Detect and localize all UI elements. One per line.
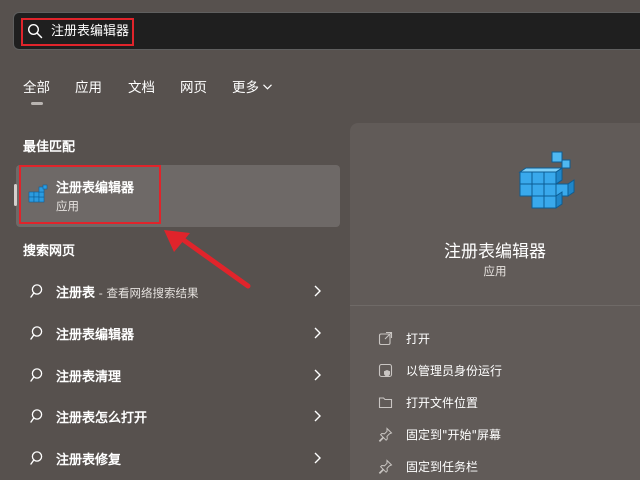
best-match-highlight-box [19, 165, 161, 224]
action-label: 固定到任务栏 [406, 460, 479, 474]
chevron-down-icon [263, 84, 272, 90]
search-icon [30, 326, 43, 340]
web-search-label: 注册表 [56, 286, 96, 301]
search-highlight-box [21, 18, 134, 46]
tab-more-label: 更多 [232, 80, 259, 96]
web-search-label: 注册表清理 [56, 370, 122, 385]
pin-icon [378, 459, 393, 474]
pin-icon [378, 427, 393, 442]
action-pin-to-start[interactable]: 固定到"开始"屏幕 [370, 423, 640, 447]
web-search-heading: 搜索网页 [23, 244, 76, 259]
search-icon [30, 284, 43, 298]
action-label: 以管理员身份运行 [406, 364, 503, 378]
chevron-right-icon [314, 285, 321, 297]
web-search-item[interactable]: 注册表修复 [16, 438, 340, 478]
web-search-item[interactable]: 注册表怎么打开 [16, 396, 340, 436]
action-open[interactable]: 打开 [370, 327, 640, 351]
tab-apps[interactable]: 应用 [75, 79, 102, 97]
action-label: 打开文件位置 [406, 396, 479, 410]
chevron-right-icon [314, 369, 321, 381]
detail-subtitle: 应用 [483, 264, 507, 278]
web-search-item[interactable]: 注册表 - 查看网络搜索结果 [16, 271, 340, 311]
web-search-label: 注册表怎么打开 [56, 411, 148, 426]
web-search-label: 注册表修复 [56, 453, 122, 468]
web-search-item[interactable]: 注册表清理 [16, 355, 340, 395]
tab-documents[interactable]: 文档 [128, 79, 155, 97]
chevron-right-icon [314, 410, 321, 422]
tab-all[interactable]: 全部 [23, 79, 50, 97]
chevron-right-icon [314, 327, 321, 339]
action-pin-to-taskbar[interactable]: 固定到任务栏 [370, 455, 640, 479]
action-run-as-admin[interactable]: 以管理员身份运行 [370, 359, 640, 383]
registry-editor-icon [518, 151, 575, 209]
web-search-item[interactable]: 注册表编辑器 [16, 313, 340, 353]
open-icon [378, 331, 393, 346]
web-search-label: 注册表编辑器 [56, 328, 135, 343]
web-search-suffix: - 查看网络搜索结果 [95, 286, 199, 300]
chevron-right-icon [314, 452, 321, 464]
tab-web[interactable]: 网页 [180, 79, 207, 97]
active-tab-indicator [31, 102, 43, 105]
best-match-heading: 最佳匹配 [23, 140, 76, 155]
search-icon [30, 409, 43, 423]
action-label: 固定到"开始"屏幕 [406, 428, 502, 442]
detail-title: 注册表编辑器 [444, 242, 546, 262]
tab-more[interactable]: 更多 [232, 79, 272, 97]
search-icon [30, 368, 43, 382]
divider [350, 305, 640, 306]
folder-icon [378, 397, 393, 409]
search-icon [30, 451, 43, 465]
selection-accent [14, 184, 17, 206]
action-open-file-location[interactable]: 打开文件位置 [370, 391, 640, 415]
action-label: 打开 [406, 332, 431, 346]
run-as-admin-icon [378, 363, 393, 378]
